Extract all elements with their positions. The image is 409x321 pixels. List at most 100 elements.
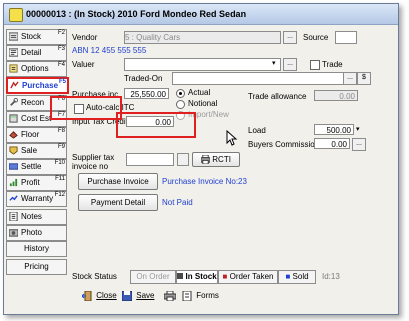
warranty-icon <box>9 195 18 201</box>
trade-allowance-field[interactable]: 0.00 <box>314 90 358 101</box>
sidebar-item-floor[interactable]: Floor F8 <box>6 127 67 143</box>
trade-checkbox[interactable] <box>310 60 320 70</box>
sidebar-item-profit[interactable]: Profit F11 <box>6 175 67 191</box>
sidebar-item-label: Sale <box>21 146 38 155</box>
status-on-order[interactable]: On Order <box>130 270 176 284</box>
purchase-inc-field[interactable]: 25,550.00 <box>124 88 169 99</box>
shortcut-key: F4 <box>57 62 65 68</box>
record-id: Id:13 <box>322 272 340 281</box>
status-order-taken-label: Order Taken <box>229 272 274 281</box>
load-label: Load <box>248 126 266 135</box>
sidebar-item-label: Options <box>21 64 49 73</box>
sidebar-item-label: Purchase <box>22 81 59 90</box>
sidebar-item-label: Stock <box>21 32 42 41</box>
sidebar-item-label: Photo <box>21 228 42 237</box>
save-icon <box>122 290 132 301</box>
sidebar-item-warranty[interactable]: Warranty F12 <box>6 191 67 207</box>
buyers-commission-label: Buyers Commission <box>248 140 320 149</box>
sidebar-item-label: Notes <box>21 212 42 221</box>
sidebar-item-purchase[interactable]: Purchase F5 <box>6 77 69 94</box>
chevron-down-icon[interactable]: ▾ <box>356 125 360 133</box>
highlight-auto-calc-itc <box>50 96 122 120</box>
shortcut-key: F11 <box>55 176 65 182</box>
status-order-taken[interactable]: ■ Order Taken <box>218 270 278 284</box>
options-icon <box>9 64 18 73</box>
save-label: Save <box>136 291 155 300</box>
load-dropdown[interactable]: 500.00 <box>314 124 354 135</box>
vehicle-window: 00000013 : (In Stock) 2010 Ford Mondeo R… <box>3 3 399 315</box>
close-button[interactable]: Close <box>82 288 117 304</box>
source-label: Source <box>303 33 329 42</box>
save-button[interactable]: Save <box>122 288 154 304</box>
trade-allowance-label: Trade allowance <box>248 92 307 101</box>
sale-icon <box>9 146 18 155</box>
trade-label: Trade <box>322 60 343 69</box>
forms-icon <box>182 290 192 301</box>
shortcut-key: F12 <box>54 192 65 198</box>
forms-button[interactable]: Forms <box>182 288 219 304</box>
status-in-stock[interactable]: In Stock <box>176 270 218 284</box>
mouse-cursor-icon <box>226 130 238 146</box>
sidebar-item-photo[interactable]: Photo <box>6 225 67 241</box>
sidebar-item-settle[interactable]: Settle F10 <box>6 159 67 175</box>
supplier-tax-invoice-field[interactable] <box>126 153 174 166</box>
traded-on-label: Traded-On <box>124 74 163 83</box>
sidebar-item-stock[interactable]: Stock F2 <box>6 29 67 45</box>
vendor-lookup-button[interactable]: ... <box>283 31 297 44</box>
settle-icon <box>9 163 18 170</box>
close-door-icon <box>82 290 92 301</box>
supplier-invoice-button[interactable] <box>177 153 189 166</box>
vendor-field[interactable]: 5 : Quality Cars <box>124 31 281 44</box>
sidebar-item-label: Recon <box>21 98 45 107</box>
shortcut-key: F2 <box>57 30 65 36</box>
highlight-input-tax-credit <box>116 112 196 138</box>
rcti-button[interactable]: RCTI <box>192 152 240 167</box>
purchase-icon <box>10 81 19 89</box>
sidebar-item-sale[interactable]: Sale F9 <box>6 143 67 159</box>
valuer-lookup-button[interactable]: ... <box>283 58 297 71</box>
buyers-commission-lookup-button[interactable]: ... <box>352 138 366 151</box>
stock-icon <box>9 32 18 41</box>
sidebar-item-history[interactable]: History <box>6 241 67 257</box>
print-button[interactable] <box>164 288 178 304</box>
shortcut-key: F8 <box>57 128 65 134</box>
purchase-invoice-button[interactable]: Purchase Invoice <box>78 173 158 190</box>
in-stock-marker <box>177 273 184 279</box>
status-sold[interactable]: ■ Sold <box>278 270 316 284</box>
payment-detail-button[interactable]: Payment Detail <box>78 194 158 211</box>
buyers-commission-field[interactable]: 0.00 <box>314 138 350 149</box>
rcti-label: RCTI <box>212 155 231 164</box>
chevron-down-icon[interactable]: ▾ <box>272 59 276 67</box>
sidebar-item-label: Warranty <box>21 194 54 203</box>
traded-on-lookup-button[interactable]: ... <box>343 72 357 85</box>
supplier-tax-invoice-label: Supplier tax invoice no <box>72 153 115 171</box>
sidebar-item-notes[interactable]: Notes <box>6 209 67 225</box>
dollar-button[interactable]: $ <box>357 72 371 85</box>
vendor-label: Vendor <box>72 33 98 42</box>
sidebar-item-label: Pricing <box>24 262 49 271</box>
stock-status-label: Stock Status <box>72 272 117 281</box>
notional-radio[interactable] <box>176 100 185 109</box>
actual-radio[interactable] <box>176 89 185 98</box>
notes-icon <box>9 212 18 221</box>
sidebar-item-options[interactable]: Options F4 <box>6 61 67 77</box>
printer-icon <box>164 290 176 301</box>
payment-status: Not Paid <box>162 198 193 207</box>
forms-label: Forms <box>196 291 219 300</box>
sidebar-item-detail[interactable]: Detail F3 <box>6 45 67 61</box>
sidebar-item-pricing[interactable]: Pricing <box>6 259 67 275</box>
purchase-invoice-link[interactable]: Purchase Invoice No:23 <box>162 177 247 186</box>
traded-on-field[interactable] <box>172 72 344 85</box>
valuer-dropdown[interactable] <box>124 58 281 71</box>
detail-icon <box>9 48 18 57</box>
sidebar-item-label: Settle <box>21 162 42 171</box>
sidebar-item-label: Profit <box>21 178 40 187</box>
floor-icon <box>9 131 18 139</box>
status-sold-label: Sold <box>292 272 309 281</box>
sidebar-item-label: Cost Est <box>21 114 52 123</box>
source-field[interactable] <box>335 31 357 44</box>
sidebar-item-label: History <box>24 244 49 253</box>
title-bar: 00000013 : (In Stock) 2010 Ford Mondeo R… <box>4 4 398 25</box>
photo-icon <box>9 229 18 237</box>
actual-label: Actual <box>188 88 211 97</box>
